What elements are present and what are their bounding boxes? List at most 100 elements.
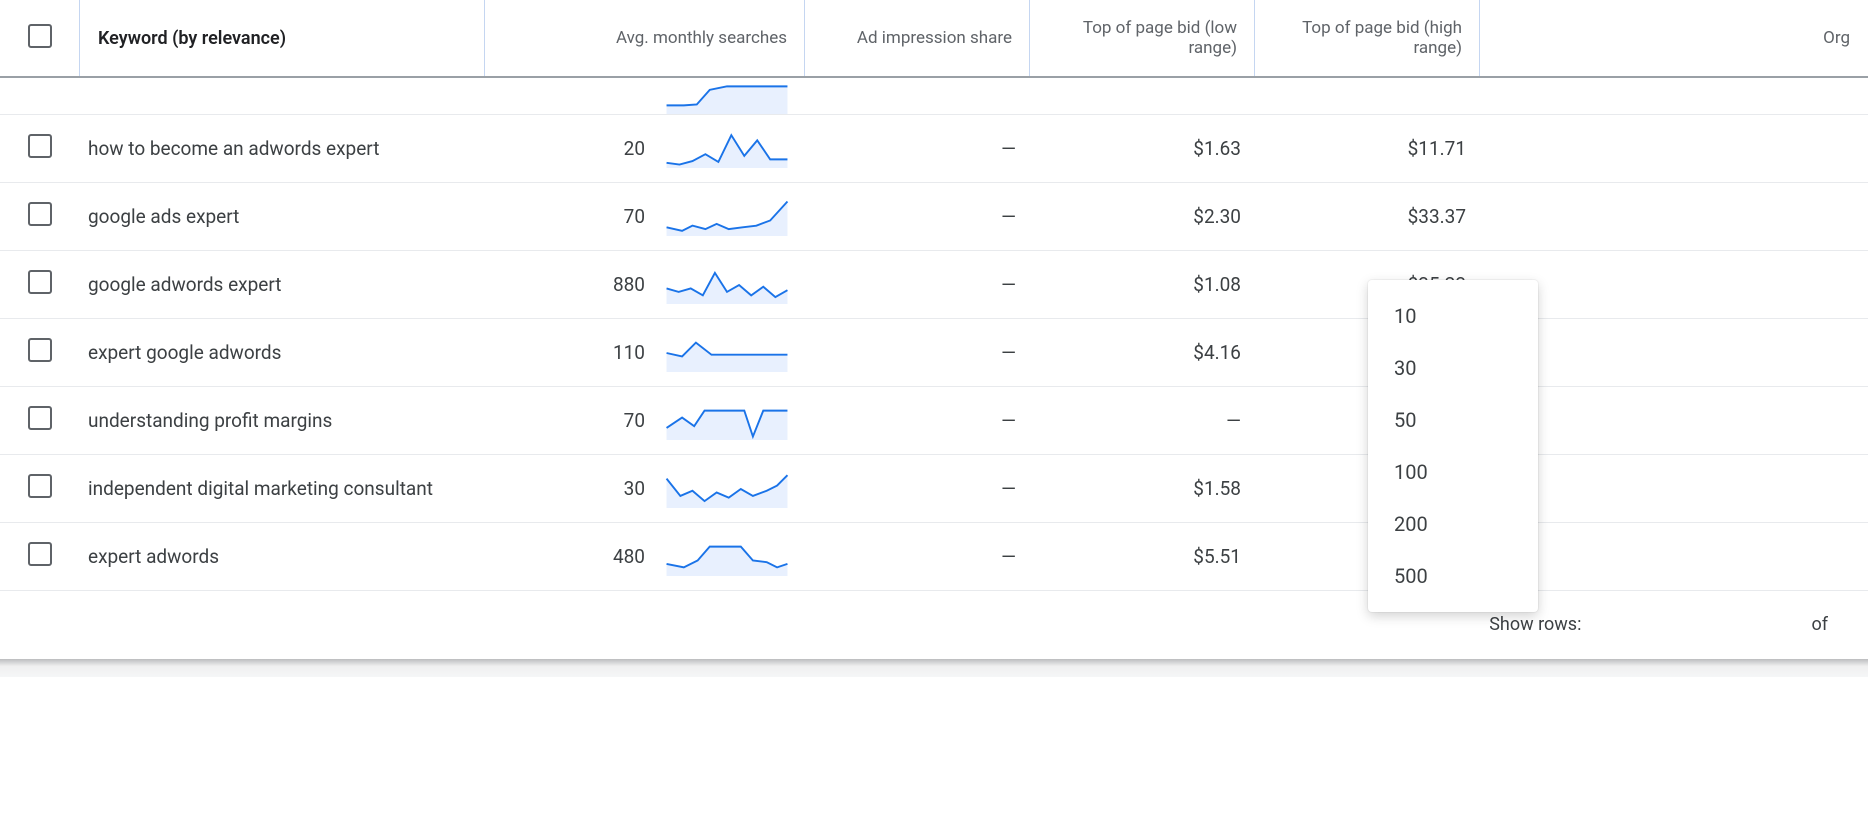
row-checkbox-cell[interactable] [0,319,80,387]
col-bid-high[interactable]: Top of page bid (high range) [1255,0,1480,76]
checkbox-icon[interactable] [28,542,52,566]
avg-searches-cell [485,76,805,115]
col-ad-share-label: Ad impression share [857,28,1012,48]
table-footer-row: Show rows: of [0,591,1868,659]
keyword-cell: google adwords expert [80,251,485,319]
bid-low-cell: $1.63 [1030,115,1255,183]
avg-searches-cell: 70 [485,183,805,251]
rows-per-page-menu[interactable]: 103050100200500 [1368,280,1538,612]
bid-high-cell [1255,76,1480,115]
col-keyword-label: Keyword (by relevance) [98,28,286,49]
avg-searches-value: 30 [485,477,645,500]
sparkline [657,198,797,236]
table-row: google ads expert70—$2.30$33.37 [0,183,1868,251]
row-checkbox-cell[interactable] [0,76,80,115]
bid-low-cell: $1.58 [1030,455,1255,523]
keyword-cell: google ads expert [80,183,485,251]
rows-option[interactable]: 100 [1368,446,1538,498]
org-cell [1480,251,1868,319]
rows-option[interactable]: 500 [1368,550,1538,602]
table-row: independent digital marketing consultant… [0,455,1868,523]
org-cell [1480,523,1868,591]
checkbox-icon[interactable] [28,406,52,430]
bid-high-cell: $11.71 [1255,115,1480,183]
checkbox-icon[interactable] [28,338,52,362]
rows-option[interactable]: 30 [1368,342,1538,394]
avg-searches-value: 480 [485,545,645,568]
show-rows-label: Show rows: [1489,614,1581,635]
ad-share-cell: — [805,387,1030,455]
rows-option[interactable]: 50 [1368,394,1538,446]
checkbox-icon[interactable] [28,270,52,294]
avg-searches-value: 20 [485,137,645,160]
row-checkbox-cell[interactable] [0,455,80,523]
keyword-cell: how to become an adwords expert [80,115,485,183]
avg-searches-value: 70 [485,205,645,228]
col-avg-searches[interactable]: Avg. monthly searches [485,0,805,76]
col-org[interactable]: Org [1480,0,1868,76]
row-checkbox-cell[interactable] [0,523,80,591]
rows-option[interactable]: 10 [1368,290,1538,342]
org-cell [1480,115,1868,183]
org-cell [1480,76,1868,115]
keyword-cell: understanding profit margins [80,387,485,455]
avg-searches-value: 880 [485,273,645,296]
avg-searches-cell: 70 [485,387,805,455]
bid-low-cell: $2.30 [1030,183,1255,251]
row-checkbox-cell[interactable] [0,115,80,183]
ad-share-cell: — [805,183,1030,251]
row-checkbox-cell[interactable] [0,183,80,251]
org-cell [1480,319,1868,387]
col-bid-high-label: Top of page bid (high range) [1302,18,1462,58]
ad-share-cell: — [805,115,1030,183]
col-bid-low-label: Top of page bid (low range) [1083,18,1237,58]
bid-low-cell: $5.51 [1030,523,1255,591]
keyword-cell: expert google adwords [80,319,485,387]
ad-share-cell [805,76,1030,115]
avg-searches-cell: 480 [485,523,805,591]
keyword-cell: independent digital marketing consultant [80,455,485,523]
table-header-row: Keyword (by relevance) Avg. monthly sear… [0,0,1868,76]
sparkline [657,470,797,508]
avg-searches-cell: 880 [485,251,805,319]
row-checkbox-cell[interactable] [0,251,80,319]
col-keyword[interactable]: Keyword (by relevance) [80,0,485,76]
sparkline [657,266,797,304]
avg-searches-value: 110 [485,341,645,364]
of-label: of [1811,614,1828,635]
ad-share-cell: — [805,455,1030,523]
table-row: google adwords expert880—$1.08$35.23 [0,251,1868,319]
table-row: how to become an adwords expert20 —$1.63$… [0,115,1868,183]
checkbox-icon[interactable] [28,24,52,48]
sparkline [657,334,797,372]
checkbox-icon[interactable] [28,202,52,226]
col-ad-share[interactable]: Ad impression share [805,0,1030,76]
org-cell [1480,183,1868,251]
table-row [0,76,1868,115]
rows-option[interactable]: 200 [1368,498,1538,550]
avg-searches-cell: 110 [485,319,805,387]
checkbox-icon[interactable] [28,134,52,158]
avg-searches-value: 70 [485,409,645,432]
sparkline [657,402,797,440]
checkbox-icon[interactable] [28,474,52,498]
sparkline [657,538,797,576]
table-row: expert adwords480—$5.51 [0,523,1868,591]
col-bid-low[interactable]: Top of page bid (low range) [1030,0,1255,76]
ad-share-cell: — [805,319,1030,387]
bid-low-cell: $1.08 [1030,251,1255,319]
keyword-cell: expert adwords [80,523,485,591]
avg-searches-cell: 30 [485,455,805,523]
row-checkbox-cell[interactable] [0,387,80,455]
sparkline [657,76,797,114]
sparkline [657,130,797,168]
ad-share-cell: — [805,251,1030,319]
select-all-header[interactable] [0,0,80,76]
col-org-label: Org [1823,28,1850,48]
keyword-cell [80,76,485,115]
keyword-table: Keyword (by relevance) Avg. monthly sear… [0,0,1868,659]
bid-low-cell: $4.16 [1030,319,1255,387]
avg-searches-cell: 20 [485,115,805,183]
bid-low-cell [1030,76,1255,115]
org-cell [1480,455,1868,523]
